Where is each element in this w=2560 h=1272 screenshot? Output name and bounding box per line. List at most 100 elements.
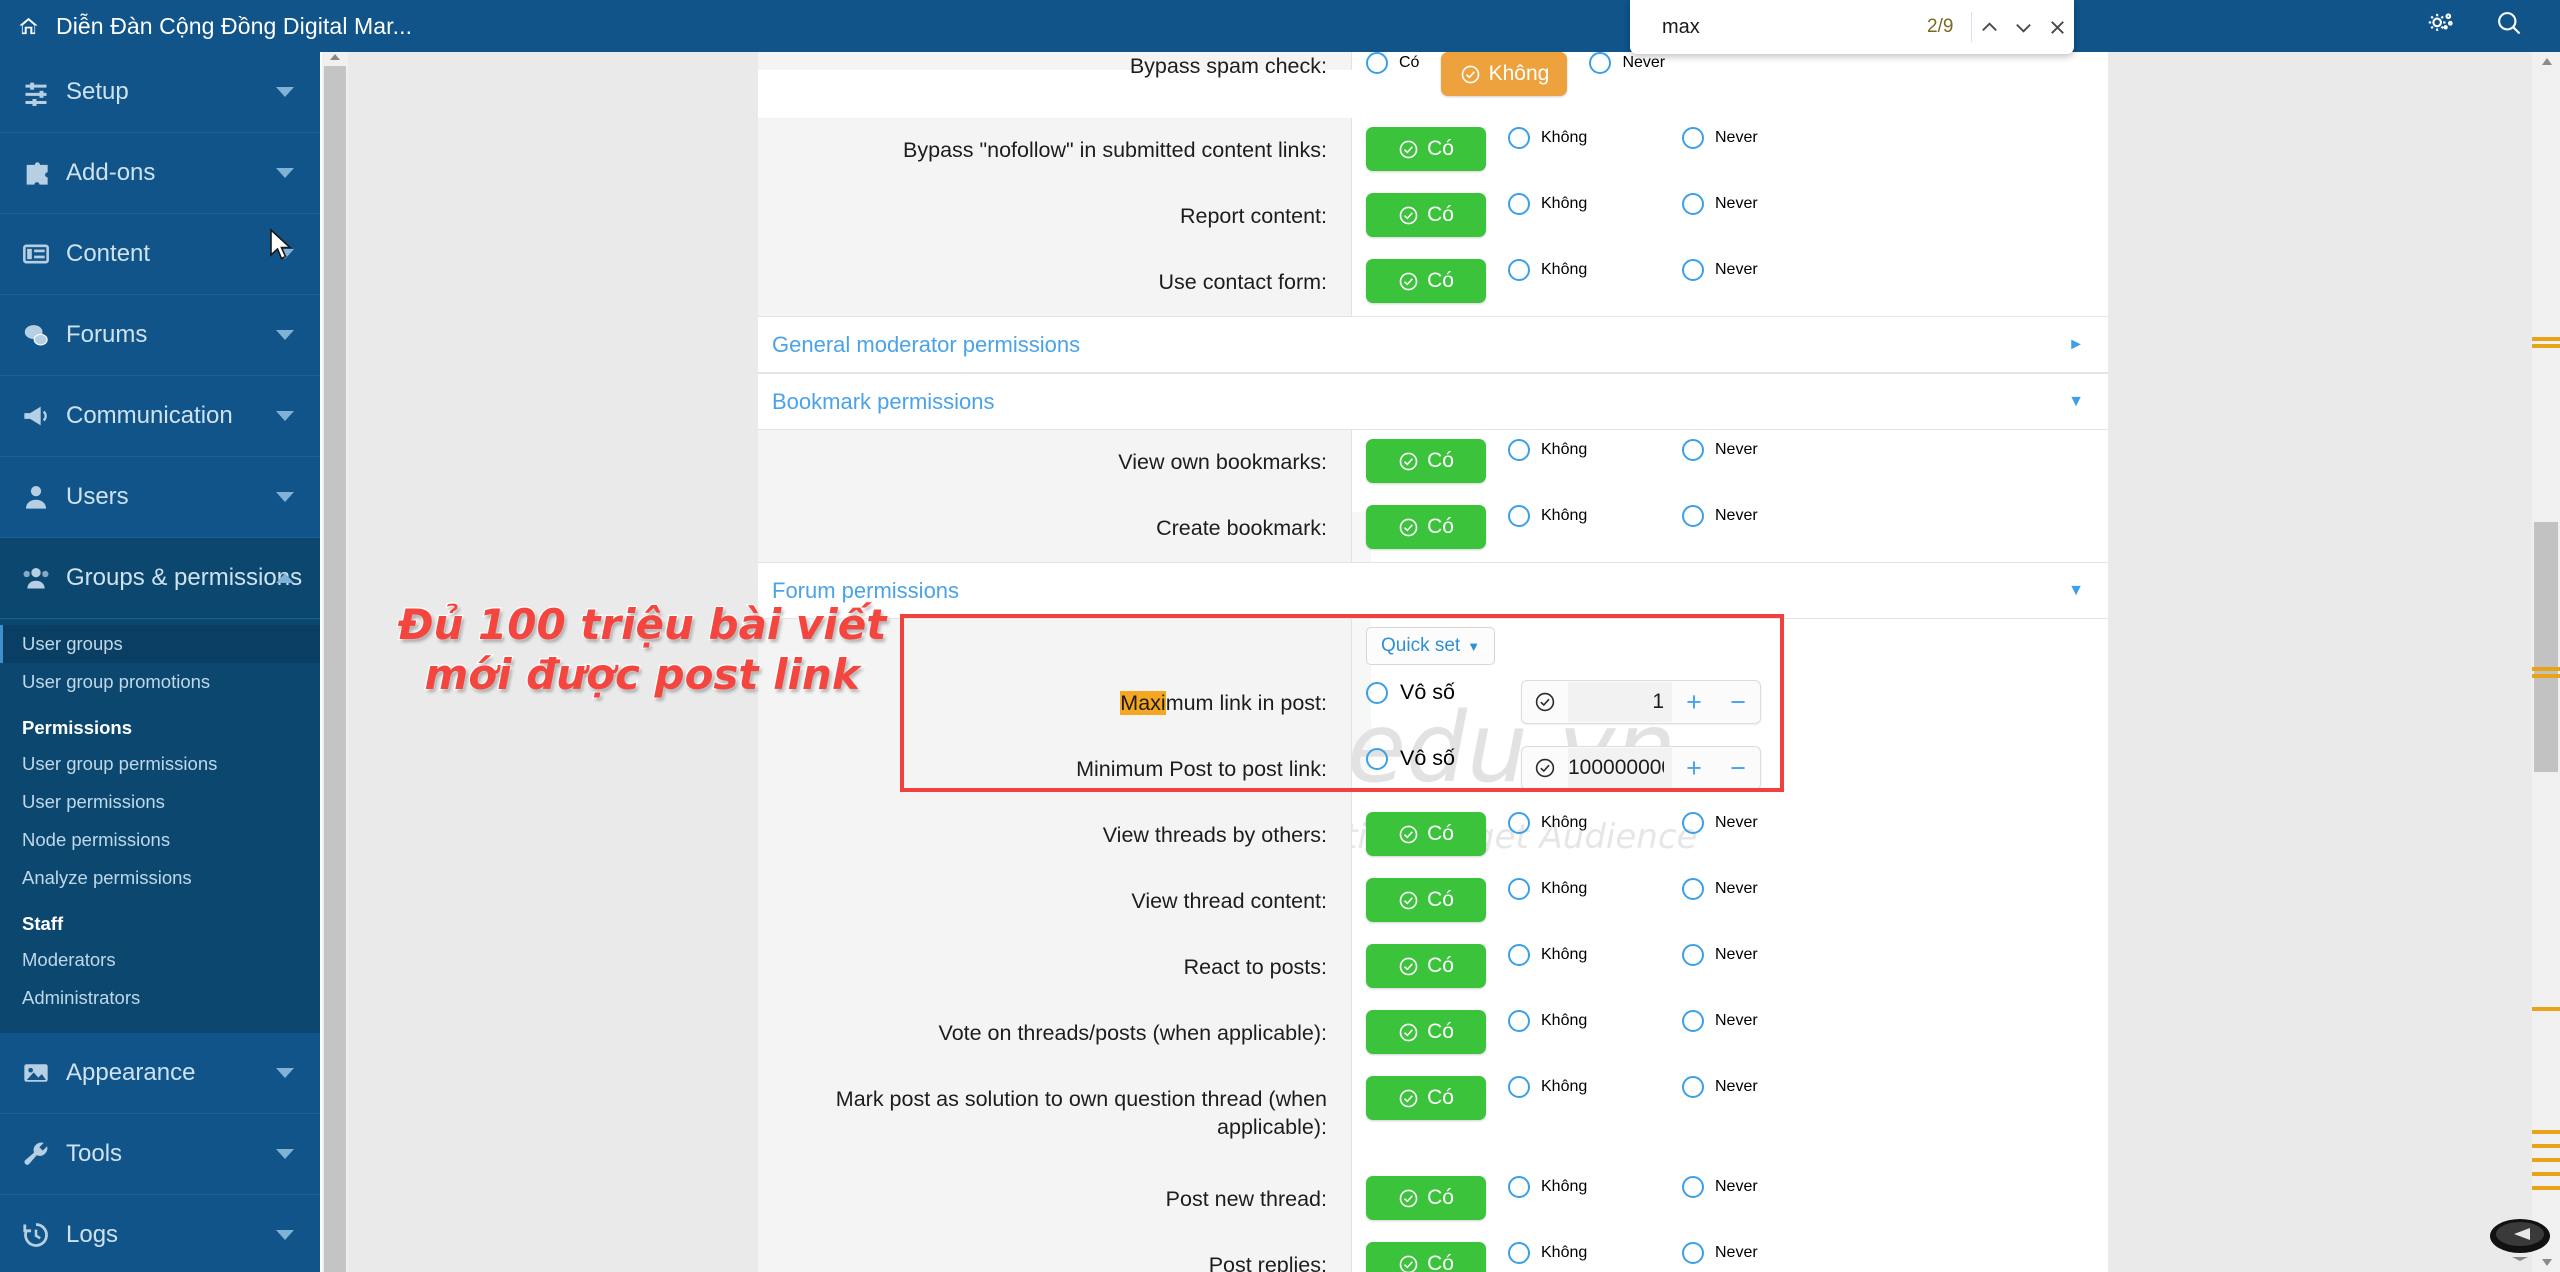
radio-icon[interactable] [1508, 812, 1530, 834]
option-yes-selected[interactable]: Có [1366, 878, 1486, 922]
radio-icon[interactable] [1508, 439, 1530, 461]
sidebar-item-logs[interactable]: Logs [0, 1195, 320, 1272]
chevron-down-icon[interactable] [276, 492, 294, 502]
sidebar-subitem-administrators[interactable]: Administrators [0, 979, 320, 1017]
gear-icon[interactable] [2426, 9, 2455, 43]
option-yes[interactable]: Có [1366, 52, 1419, 74]
option-never[interactable]: Never [1682, 944, 1758, 966]
numeric-stepper[interactable]: +− [1521, 746, 1761, 790]
radio-icon[interactable] [1589, 52, 1612, 74]
option-no[interactable]: Không [1508, 505, 1660, 527]
radio-icon[interactable] [1508, 1176, 1530, 1198]
option-no[interactable]: Không [1508, 193, 1660, 215]
radio-icon[interactable] [1682, 505, 1704, 527]
option-no[interactable]: Không [1508, 812, 1660, 834]
sidebar-item-content[interactable]: Content [0, 214, 320, 295]
page-scrollbar[interactable] [2532, 52, 2560, 1272]
scroll-up-arrow-icon[interactable] [2542, 58, 2552, 65]
decrement-button[interactable]: − [1716, 688, 1760, 716]
radio-icon[interactable] [1508, 193, 1530, 215]
radio-icon[interactable] [1682, 878, 1704, 900]
sidebar-scrollbar[interactable] [322, 52, 348, 1272]
chevron-down-icon[interactable] [276, 1149, 294, 1159]
option-yes-selected[interactable]: Có [1366, 812, 1486, 856]
chevron-down-icon[interactable] [276, 168, 294, 178]
option-yes-selected[interactable]: Có [1366, 259, 1486, 303]
radio-icon[interactable] [1682, 439, 1704, 461]
scroll-up-arrow-icon[interactable] [330, 54, 340, 60]
option-yes-selected[interactable]: Có [1366, 439, 1486, 483]
find-close-button[interactable] [2040, 0, 2074, 54]
radio-icon[interactable] [1508, 505, 1530, 527]
increment-button[interactable]: + [1672, 754, 1716, 782]
radio-icon[interactable] [1682, 1176, 1704, 1198]
option-yes-selected[interactable]: Có [1366, 944, 1486, 988]
option-no[interactable]: Không [1508, 1010, 1660, 1032]
numeric-stepper[interactable]: +− [1521, 680, 1761, 724]
radio-icon[interactable] [1508, 1242, 1530, 1264]
chevron-down-icon[interactable] [276, 1230, 294, 1240]
option-never[interactable]: Never [1682, 259, 1758, 281]
home-icon[interactable] [0, 15, 56, 38]
sidebar-subitem-node-permissions[interactable]: Node permissions [0, 821, 320, 859]
option-unlimited[interactable]: Vô số [1366, 746, 1491, 771]
sidebar-item-setup[interactable]: Setup [0, 52, 320, 133]
quick-set-button[interactable]: Quick set ▼ [1366, 627, 1496, 665]
option-yes-selected[interactable]: Có [1366, 127, 1486, 171]
sidebar-subitem-user-groups[interactable]: User groups [0, 625, 320, 663]
radio-icon[interactable] [1682, 1242, 1704, 1264]
option-unlimited[interactable]: Vô số [1366, 680, 1491, 705]
chevron-down-icon[interactable]: ▼ [2068, 582, 2084, 600]
sidebar-item-groups-permissions[interactable]: Groups & permissions [0, 538, 320, 619]
option-yes-selected[interactable]: Có [1366, 1010, 1486, 1054]
sidebar-subitem-user-group-permissions[interactable]: User group permissions [0, 745, 320, 783]
option-never[interactable]: Never [1682, 1242, 1758, 1264]
search-icon[interactable] [2495, 9, 2524, 43]
option-never[interactable]: Never [1682, 505, 1758, 527]
chevron-down-icon[interactable] [276, 1068, 294, 1078]
option-no[interactable]: Không [1508, 1242, 1660, 1264]
sidebar-item-appearance[interactable]: Appearance [0, 1033, 320, 1114]
radio-icon[interactable] [1508, 878, 1530, 900]
chevron-up-icon[interactable] [276, 573, 294, 583]
sidebar-subitem-user-group-promotions[interactable]: User group promotions [0, 663, 320, 701]
radio-icon[interactable] [1682, 944, 1704, 966]
radio-icon[interactable] [1682, 812, 1704, 834]
option-no[interactable]: Không [1508, 944, 1660, 966]
option-never[interactable]: Never [1682, 1010, 1758, 1032]
check-circle-icon[interactable] [1522, 691, 1568, 713]
find-previous-button[interactable] [1972, 0, 2006, 54]
increment-button[interactable]: + [1672, 688, 1716, 716]
radio-icon[interactable] [1682, 193, 1704, 215]
sidebar-subitem-moderators[interactable]: Moderators [0, 941, 320, 979]
option-no-selected[interactable]: Không [1441, 52, 1568, 96]
chevron-down-icon[interactable] [276, 330, 294, 340]
chevron-down-icon[interactable] [276, 411, 294, 421]
radio-icon[interactable] [1366, 681, 1388, 704]
option-never[interactable]: Never [1682, 1176, 1758, 1198]
page-scrollbar-thumb[interactable] [2534, 522, 2558, 772]
option-yes-selected[interactable]: Có [1366, 1076, 1486, 1120]
radio-icon[interactable] [1682, 127, 1704, 149]
radio-icon[interactable] [1508, 1076, 1530, 1098]
find-next-button[interactable] [2006, 0, 2040, 54]
radio-icon[interactable] [1682, 259, 1704, 281]
sidebar-subitem-user-permissions[interactable]: User permissions [0, 783, 320, 821]
radio-icon[interactable] [1508, 127, 1530, 149]
option-never[interactable]: Never [1682, 127, 1758, 149]
sidebar-subitem-analyze-permissions[interactable]: Analyze permissions [0, 859, 320, 897]
sidebar-item-communication[interactable]: Communication [0, 376, 320, 457]
option-no[interactable]: Không [1508, 259, 1660, 281]
chevron-down-icon[interactable]: ▼ [1467, 639, 1480, 654]
option-no[interactable]: Không [1508, 439, 1660, 461]
option-yes-selected[interactable]: Có [1366, 1242, 1486, 1272]
option-never[interactable]: Never [1682, 193, 1758, 215]
chevron-right-icon[interactable]: ► [2068, 336, 2084, 354]
option-yes-selected[interactable]: Có [1366, 1176, 1486, 1220]
chevron-down-icon[interactable]: ▼ [2068, 393, 2084, 411]
radio-icon[interactable] [1682, 1010, 1704, 1032]
sidebar-item-add-ons[interactable]: Add-ons [0, 133, 320, 214]
option-never[interactable]: Never [1682, 878, 1758, 900]
chevron-down-icon[interactable] [276, 87, 294, 97]
sidebar-item-forums[interactable]: Forums [0, 295, 320, 376]
